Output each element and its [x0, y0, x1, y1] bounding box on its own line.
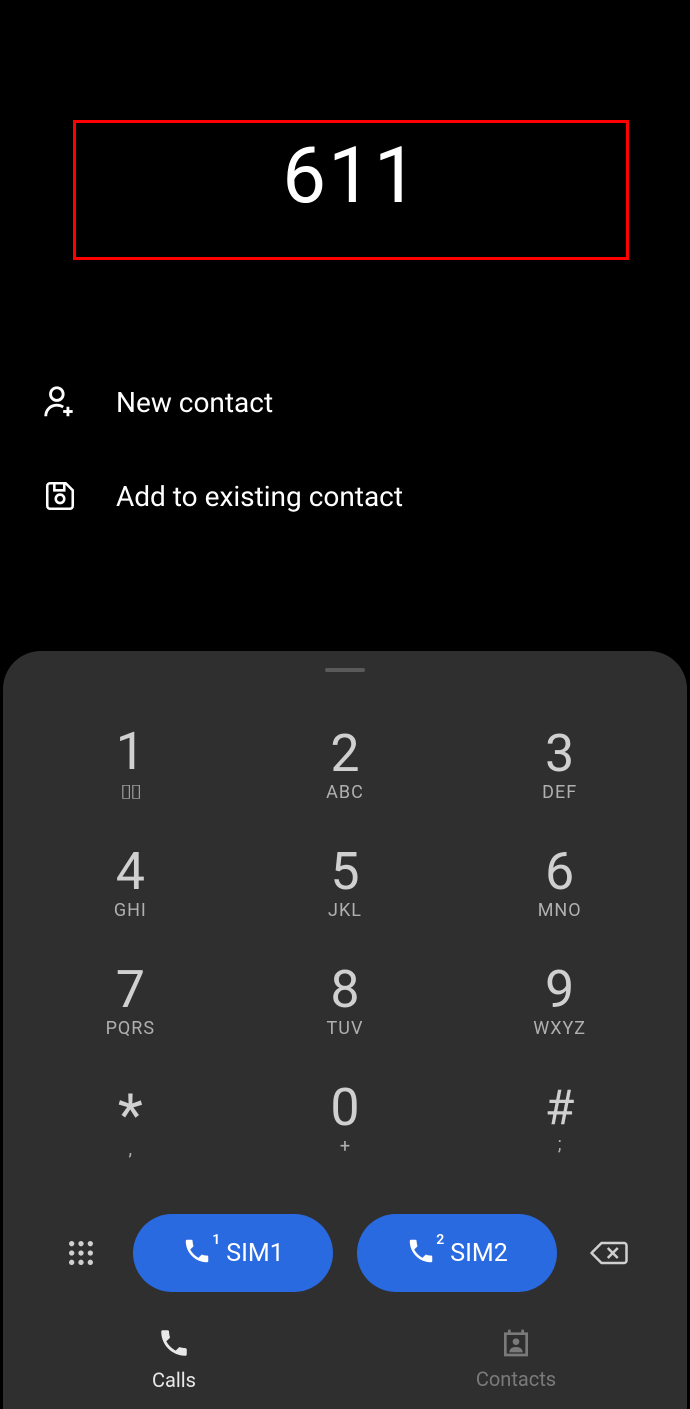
key-letters: WXYZ [533, 1018, 586, 1039]
phone-icon [157, 1326, 191, 1364]
key-letters: JKL [328, 900, 362, 921]
key-letters: ABC [326, 782, 364, 803]
key-letters: PQRS [106, 1018, 156, 1039]
drag-handle[interactable] [325, 668, 365, 672]
key-letters: GHI [114, 900, 147, 921]
key-digit: 6 [545, 846, 574, 898]
new-contact-button[interactable]: New contact [40, 355, 650, 449]
key-3[interactable]: 3 DEF [452, 706, 667, 824]
nav-contacts[interactable]: Contacts [345, 1309, 687, 1409]
menu-grid-button[interactable] [53, 1225, 109, 1281]
save-icon [40, 476, 80, 516]
backspace-button[interactable] [581, 1225, 637, 1281]
backspace-icon [589, 1238, 629, 1268]
keypad-panel: 1 ⌷⌷ 2 ABC 3 DEF 4 GHI 5 JKL 6 MNO 7 PQR… [3, 651, 687, 1409]
key-digit: 7 [116, 964, 145, 1016]
contact-options: New contact Add to existing contact [40, 355, 650, 543]
key-star[interactable]: * , [23, 1060, 238, 1178]
key-5[interactable]: 5 JKL [238, 824, 453, 942]
key-1[interactable]: 1 ⌷⌷ [23, 706, 238, 824]
call-sim2-button[interactable]: 2 SIM2 [357, 1214, 557, 1292]
add-existing-label: Add to existing contact [116, 480, 403, 513]
dialed-number[interactable]: 611 [282, 131, 420, 222]
key-letters: ; [558, 1134, 562, 1155]
nav-calls[interactable]: Calls [3, 1309, 345, 1409]
key-digit: 1 [116, 726, 145, 778]
call-sim1-button[interactable]: 1 SIM1 [133, 1214, 333, 1292]
nav-contacts-label: Contacts [476, 1367, 556, 1391]
phone-icon: 1 [182, 1236, 212, 1270]
bottom-nav: Calls Contacts [3, 1309, 687, 1409]
grid-icon [65, 1237, 97, 1269]
key-digit: 9 [545, 964, 574, 1016]
new-contact-label: New contact [116, 386, 273, 419]
sim-badge-2: 2 [436, 1232, 444, 1248]
contacts-icon [500, 1327, 532, 1363]
key-0[interactable]: 0 + [238, 1060, 453, 1178]
key-7[interactable]: 7 PQRS [23, 942, 238, 1060]
keypad-grid: 1 ⌷⌷ 2 ABC 3 DEF 4 GHI 5 JKL 6 MNO 7 PQR… [3, 706, 687, 1178]
key-letters: MNO [538, 900, 582, 921]
key-9[interactable]: 9 WXYZ [452, 942, 667, 1060]
sim2-label: SIM2 [450, 1239, 508, 1268]
action-row: 1 SIM1 2 SIM2 [3, 1213, 687, 1293]
key-digit: 5 [330, 846, 359, 898]
voicemail-icon: ⌷⌷ [120, 780, 140, 804]
key-6[interactable]: 6 MNO [452, 824, 667, 942]
phone-icon: 2 [406, 1236, 436, 1270]
key-hash[interactable]: # ; [452, 1060, 667, 1178]
key-4[interactable]: 4 GHI [23, 824, 238, 942]
nav-calls-label: Calls [152, 1368, 196, 1392]
key-8[interactable]: 8 TUV [238, 942, 453, 1060]
key-2[interactable]: 2 ABC [238, 706, 453, 824]
number-display-container: 611 [73, 120, 629, 260]
key-digit: 3 [545, 728, 574, 780]
key-digit: 2 [330, 728, 359, 780]
sim-badge-1: 1 [212, 1232, 220, 1248]
key-letters: TUV [327, 1018, 364, 1039]
key-digit: * [118, 1087, 143, 1145]
key-digit: # [545, 1084, 575, 1132]
key-letters: DEF [542, 782, 577, 803]
sim1-label: SIM1 [226, 1239, 284, 1268]
add-existing-contact-button[interactable]: Add to existing contact [40, 449, 650, 543]
key-digit: 8 [330, 964, 359, 1016]
key-digit: 4 [116, 846, 145, 898]
key-letters: + [340, 1136, 350, 1157]
key-digit: 0 [330, 1082, 359, 1134]
person-add-icon [40, 382, 80, 422]
